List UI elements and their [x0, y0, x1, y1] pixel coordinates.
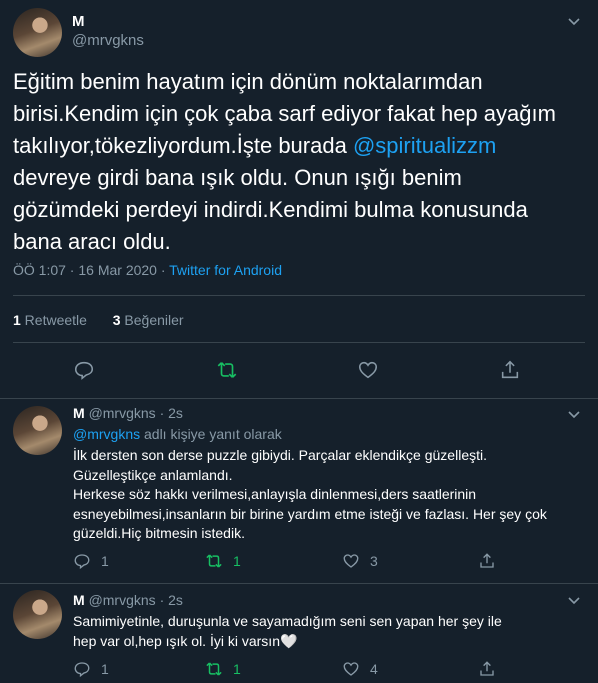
retweet-icon	[206, 554, 222, 568]
like-count: 4	[370, 661, 378, 677]
chevron-down-icon[interactable]	[566, 406, 582, 422]
reply-header: M @mrvgkns · 2s	[73, 405, 183, 421]
like-icon[interactable]	[357, 359, 379, 381]
retweet-count: 1	[233, 661, 241, 677]
reply-text: İlk dersten son derse puzzle gibiydi. Pa…	[73, 447, 547, 541]
avatar[interactable]	[13, 590, 62, 639]
like-action[interactable]: 3	[342, 552, 378, 570]
author-name[interactable]: M	[73, 405, 85, 421]
like-icon	[343, 554, 359, 568]
chevron-down-icon[interactable]	[566, 592, 582, 608]
timestamp[interactable]: ÖÖ 1:07 · 16 Mar 2020 ·	[13, 262, 169, 278]
divider	[13, 342, 585, 343]
reply-count: 1	[101, 553, 109, 569]
retweet-count: 1	[233, 553, 241, 569]
reply-icon[interactable]	[73, 359, 95, 381]
reply-context: @mrvgkns adlı kişiye yanıt olarak	[73, 426, 282, 442]
author-name[interactable]: M	[72, 13, 85, 30]
client-link[interactable]: Twitter for Android	[169, 262, 282, 278]
divider	[13, 295, 585, 296]
avatar[interactable]	[13, 406, 62, 455]
tweet-age[interactable]: · 2s	[160, 405, 183, 421]
avatar[interactable]	[13, 8, 62, 57]
reply-text: Samimiyetinle, duruşunla ve sayamadığım …	[73, 613, 502, 649]
share-icon[interactable]	[478, 660, 496, 678]
reply-tweet[interactable]: M @mrvgkns · 2s @mrvgkns adlı kişiye yan…	[0, 398, 598, 584]
reply-icon	[74, 662, 90, 678]
retweet-stat[interactable]: 1 Retweetle	[13, 312, 87, 328]
reply-icon	[74, 554, 90, 570]
like-stat[interactable]: 3 Beğeniler	[113, 312, 184, 328]
retweet-action[interactable]: 1	[205, 660, 241, 678]
mention-link[interactable]: @mrvgkns	[73, 426, 140, 442]
reply-count: 1	[101, 661, 109, 677]
like-action[interactable]: 4	[342, 660, 378, 678]
author-handle[interactable]: @mrvgkns	[72, 32, 144, 49]
main-tweet: M @mrvgkns Eğitim benim hayatım için dön…	[0, 0, 598, 399]
retweet-action[interactable]: 1	[205, 552, 241, 570]
reply-action[interactable]: 1	[73, 660, 109, 678]
author-handle[interactable]: @mrvgkns	[89, 592, 156, 608]
reply-header: M @mrvgkns · 2s	[73, 592, 183, 608]
tweet-text: Eğitim benim hayatım için dönüm noktalar…	[13, 69, 556, 254]
like-count: 3	[370, 553, 378, 569]
author-handle[interactable]: @mrvgkns	[89, 405, 156, 421]
tweet-meta: ÖÖ 1:07 · 16 Mar 2020 · Twitter for Andr…	[13, 262, 282, 278]
engagement-counts: 1 Retweetle 3 Beğeniler	[13, 312, 184, 328]
like-icon	[343, 662, 359, 676]
tweet-age[interactable]: · 2s	[160, 592, 183, 608]
share-icon[interactable]	[499, 359, 521, 381]
retweet-icon[interactable]	[216, 359, 238, 381]
chevron-down-icon[interactable]	[566, 13, 582, 29]
reply-action[interactable]: 1	[73, 552, 109, 570]
author-name[interactable]: M	[73, 592, 85, 608]
share-icon[interactable]	[478, 552, 496, 570]
reply-tweet[interactable]: M @mrvgkns · 2s Samimiyetinle, duruşunla…	[0, 584, 598, 683]
retweet-icon	[206, 662, 222, 676]
mention-link[interactable]: @spiritualizzm	[353, 133, 496, 158]
